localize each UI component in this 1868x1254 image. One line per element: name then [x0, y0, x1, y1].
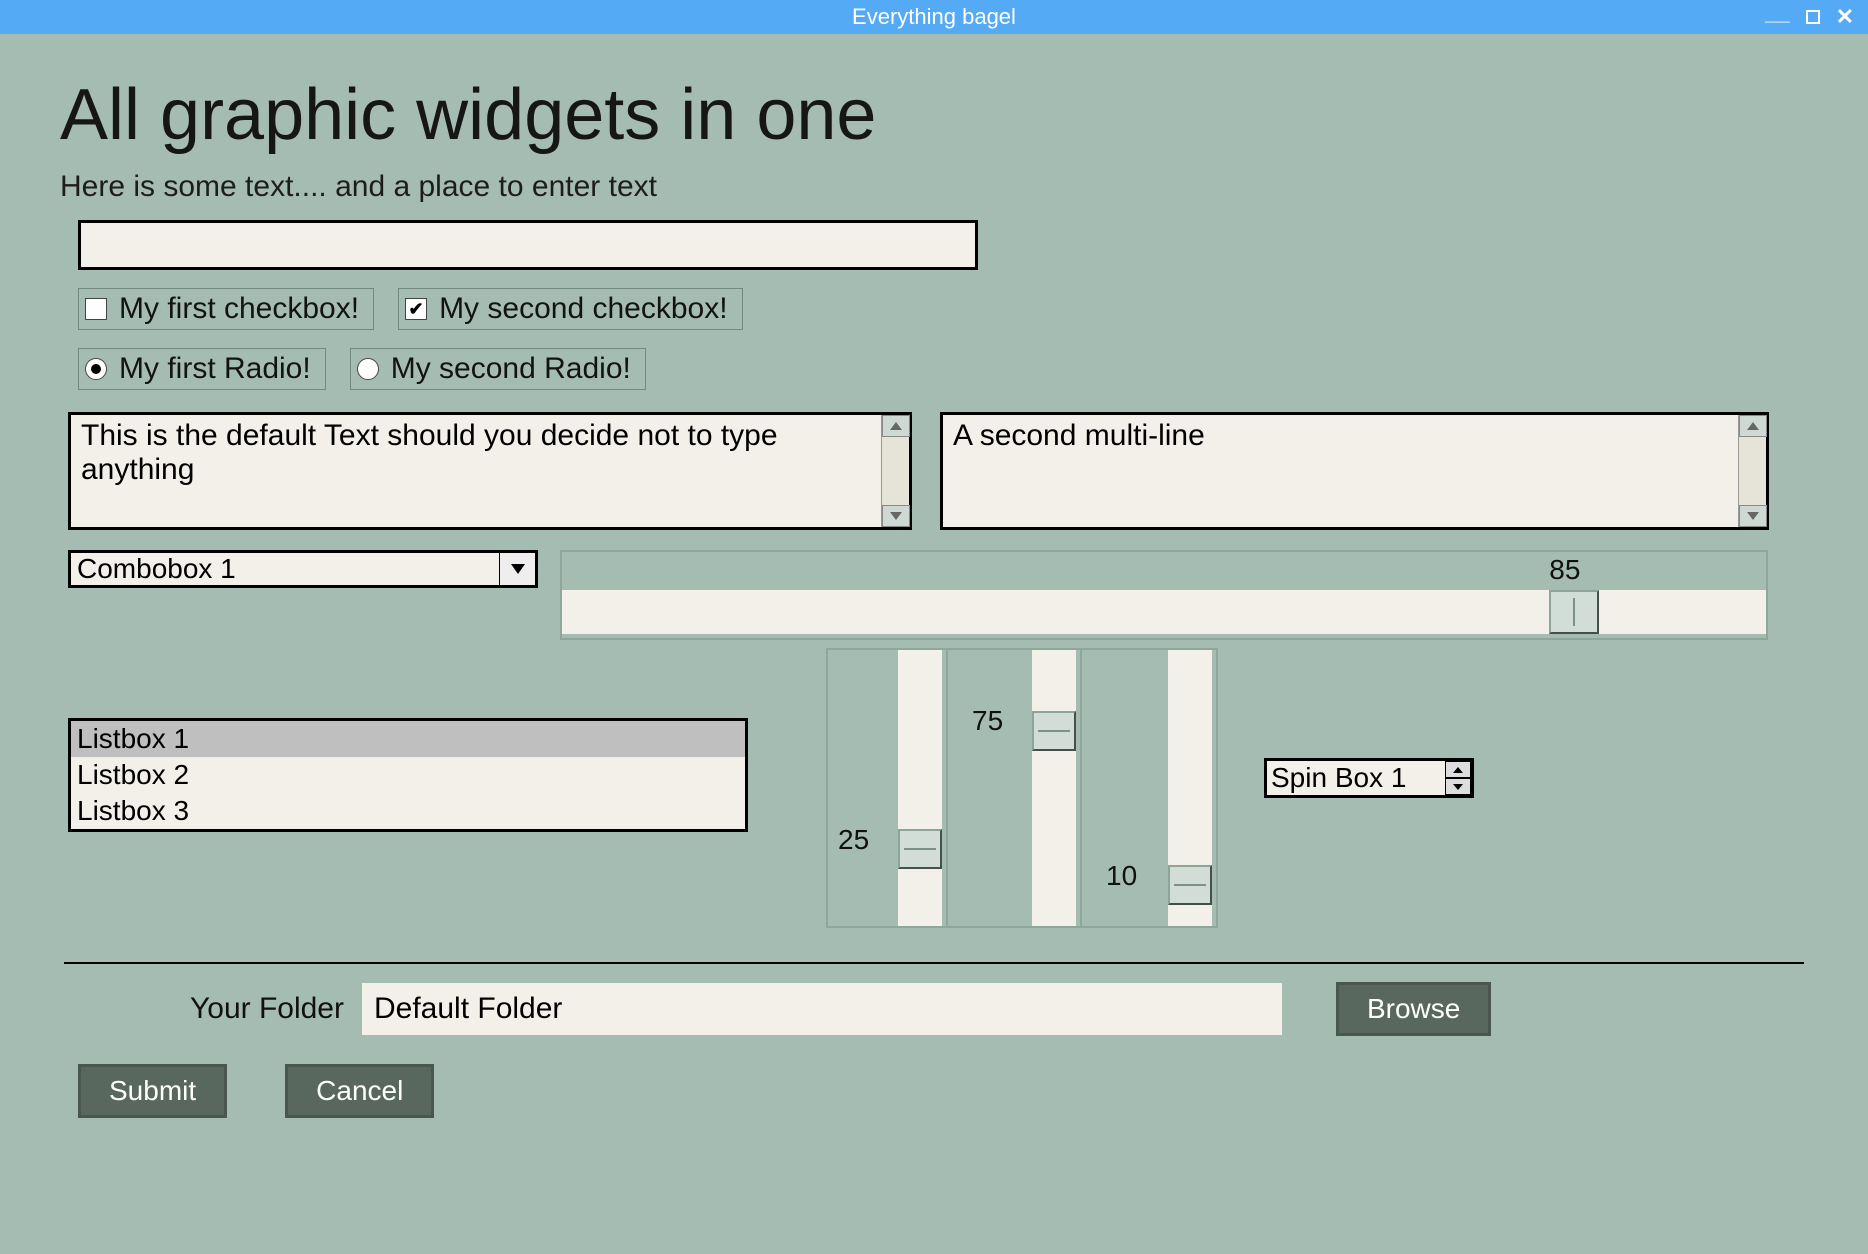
slider-value-label: 10 [1106, 860, 1137, 892]
titlebar: Everything bagel __ [0, 0, 1868, 34]
spin-up-icon[interactable] [1445, 761, 1471, 778]
close-icon[interactable] [1836, 4, 1854, 30]
checkbox-icon [405, 298, 427, 320]
vertical-sliders: 25 75 10 [826, 648, 1218, 928]
checkbox-second[interactable]: My second checkbox! [398, 288, 742, 330]
page-title: All graphic widgets in one [60, 74, 1808, 156]
spinbox-value: Spin Box 1 [1271, 762, 1406, 794]
checkbox-first[interactable]: My first checkbox! [78, 288, 374, 330]
window-controls: __ [1765, 4, 1854, 30]
spinbox[interactable]: Spin Box 1 [1264, 758, 1474, 798]
list-item[interactable]: Listbox 1 [71, 721, 745, 757]
slider-value-label: 85 [1549, 554, 1580, 586]
text-input[interactable] [78, 220, 978, 270]
slider-handle[interactable] [1168, 865, 1212, 905]
page-subtitle: Here is some text.... and a place to ent… [60, 170, 1808, 204]
chevron-down-icon[interactable] [499, 553, 535, 585]
slider-value-label: 25 [838, 824, 869, 856]
browse-button[interactable]: Browse [1336, 982, 1491, 1036]
vertical-slider-2[interactable]: 75 [962, 650, 1082, 926]
folder-field[interactable] [362, 983, 1282, 1035]
slider-handle[interactable] [898, 829, 942, 869]
slider-handle[interactable] [1032, 711, 1076, 751]
vertical-slider-3[interactable]: 10 [1096, 650, 1216, 926]
multiline-first[interactable] [71, 415, 881, 527]
folder-label: Your Folder [190, 992, 344, 1026]
slider-track[interactable] [1032, 650, 1076, 926]
combobox[interactable]: Combobox 1 [68, 550, 538, 588]
checkbox-label: My first checkbox! [119, 292, 359, 326]
horizontal-slider[interactable]: 85 [560, 550, 1768, 640]
multiline-second-container [940, 412, 1769, 530]
cancel-button[interactable]: Cancel [285, 1064, 434, 1118]
radio-label: My first Radio! [119, 352, 311, 386]
slider-value-label: 75 [972, 705, 1003, 737]
radio-first[interactable]: My first Radio! [78, 348, 326, 390]
scroll-up-icon[interactable] [1739, 415, 1767, 437]
slider-handle[interactable] [1549, 590, 1599, 634]
listbox[interactable]: Listbox 1 Listbox 2 Listbox 3 [68, 718, 748, 832]
radio-icon [357, 358, 379, 380]
multiline-first-container [68, 412, 912, 530]
list-item[interactable]: Listbox 3 [71, 793, 745, 829]
vertical-slider-1[interactable]: 25 [828, 650, 948, 926]
scroll-down-icon[interactable] [1739, 505, 1767, 527]
scroll-up-icon[interactable] [882, 415, 910, 437]
scroll-down-icon[interactable] [882, 505, 910, 527]
scrollbar[interactable] [881, 415, 909, 527]
spin-down-icon[interactable] [1445, 778, 1471, 795]
checkbox-icon [85, 298, 107, 320]
scrollbar[interactable] [1738, 415, 1766, 527]
divider [64, 962, 1804, 964]
minimize-icon[interactable]: __ [1765, 0, 1789, 26]
submit-button[interactable]: Submit [78, 1064, 227, 1118]
radio-second[interactable]: My second Radio! [350, 348, 646, 390]
slider-track[interactable] [898, 650, 942, 926]
radio-label: My second Radio! [391, 352, 631, 386]
maximize-icon[interactable] [1806, 4, 1820, 30]
window-title: Everything bagel [852, 4, 1016, 30]
radio-icon [85, 358, 107, 380]
multiline-second[interactable] [943, 415, 1738, 527]
checkbox-label: My second checkbox! [439, 292, 727, 326]
combobox-value: Combobox 1 [77, 553, 236, 585]
list-item[interactable]: Listbox 2 [71, 757, 745, 793]
